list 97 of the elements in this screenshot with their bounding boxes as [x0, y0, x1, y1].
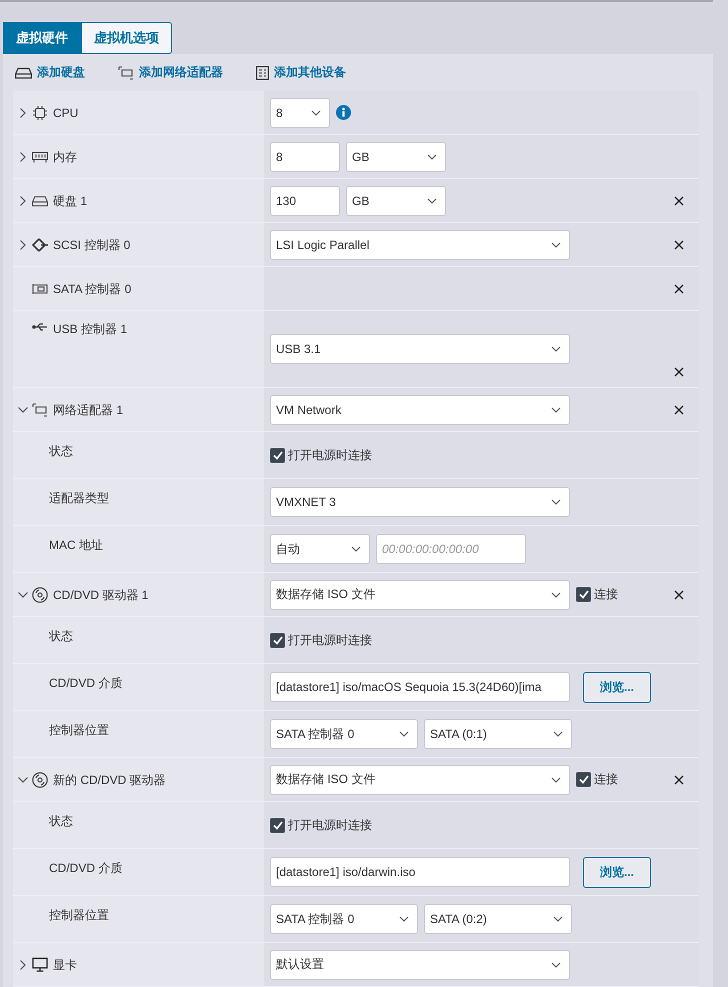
caret-icon — [311, 110, 321, 116]
device-label: USB 控制器 1 — [53, 321, 128, 337]
dropdown[interactable]: GB — [346, 142, 446, 172]
checkbox-label: 打开电源时连接 — [288, 816, 372, 834]
sata-port-icon — [32, 282, 48, 294]
dropdown[interactable]: SATA (0:2) — [424, 904, 572, 934]
device-icon — [256, 66, 269, 80]
dropdown[interactable]: 默认设置 — [270, 950, 570, 980]
chevron-icon[interactable] — [17, 406, 29, 414]
close-icon[interactable] — [674, 284, 684, 294]
chevron-icon[interactable] — [19, 238, 27, 250]
close-icon[interactable] — [674, 590, 684, 600]
caret-icon — [399, 731, 409, 737]
checkbox-label: 打开电源时连接 — [288, 446, 372, 464]
property-label: 适配器类型 — [49, 490, 109, 506]
dropdown[interactable]: GB — [346, 186, 446, 216]
chevron-icon[interactable] — [19, 150, 27, 162]
dropdown[interactable]: SATA 控制器 0 — [270, 904, 418, 934]
disc-icon — [32, 772, 48, 788]
close-icon[interactable] — [674, 774, 684, 784]
dropdown[interactable]: 数据存储 ISO 文件 — [270, 580, 570, 610]
dropdown[interactable]: LSI Logic Parallel — [270, 230, 570, 260]
chevron-icon[interactable] — [17, 776, 29, 784]
caret-icon — [551, 592, 561, 598]
chevron-icon[interactable] — [19, 958, 27, 970]
device-label: 显卡 — [53, 956, 77, 972]
dropdown[interactable]: VMXNET 3 — [270, 487, 570, 517]
caret-icon — [427, 154, 437, 160]
close-icon[interactable] — [674, 240, 684, 250]
property-label: 控制器位置 — [49, 907, 109, 923]
toolbar-link[interactable]: 添加硬盘 — [37, 64, 85, 81]
property-label: MAC 地址 — [49, 537, 103, 553]
property-label: 状态 — [49, 628, 73, 644]
toolbar-link[interactable]: 添加其他设备 — [274, 64, 346, 81]
device-label: 内存 — [53, 148, 77, 164]
chevron-icon[interactable] — [19, 194, 27, 206]
chevron-icon[interactable] — [17, 590, 29, 598]
close-icon[interactable] — [674, 367, 684, 377]
dropdown[interactable]: SATA (0:1) — [424, 719, 572, 749]
caret-icon — [427, 198, 437, 204]
memory-icon — [32, 150, 48, 162]
caret-icon — [553, 916, 563, 922]
device-label: SATA 控制器 0 — [53, 280, 132, 296]
input-field[interactable]: 8 — [270, 142, 340, 172]
device-label: CD/DVD 驱动器 1 — [53, 586, 148, 602]
checkbox-label: 连接 — [594, 771, 618, 788]
caret-icon — [351, 546, 361, 552]
usb-icon — [32, 321, 48, 333]
disc-icon — [32, 586, 48, 602]
close-icon[interactable] — [674, 404, 684, 414]
dropdown[interactable]: 数据存储 ISO 文件 — [270, 764, 570, 794]
dropdown[interactable]: 8 — [270, 98, 330, 128]
close-icon[interactable] — [674, 196, 684, 206]
device-label: CPU — [53, 104, 78, 120]
checkbox-label: 连接 — [594, 586, 618, 603]
device-label: 网络适配器 1 — [53, 402, 124, 418]
caret-icon — [399, 916, 409, 922]
checkbox[interactable] — [270, 448, 285, 462]
network-adapter-icon — [32, 402, 48, 416]
network-adapter-icon — [118, 66, 134, 80]
input-field[interactable]: [datastore1] iso/darwin.iso — [270, 857, 570, 887]
dropdown[interactable]: 自动 — [270, 534, 370, 564]
browse-button[interactable]: 浏览... — [583, 672, 651, 702]
dropdown[interactable]: SATA 控制器 0 — [270, 719, 418, 749]
toolbar-link[interactable]: 添加网络适配器 — [139, 64, 223, 81]
checkbox[interactable] — [270, 632, 285, 648]
caret-icon — [551, 776, 561, 782]
monitor-icon — [32, 956, 48, 972]
property-label: CD/DVD 介质 — [49, 860, 122, 876]
caret-icon — [551, 962, 561, 968]
device-label: SCSI 控制器 0 — [53, 236, 130, 252]
device-label: 新的 CD/DVD 驱动器 — [53, 772, 166, 788]
controller-icon — [32, 238, 48, 252]
dropdown[interactable]: VM Network — [270, 394, 570, 424]
caret-icon — [551, 346, 561, 352]
property-label: 控制器位置 — [49, 722, 109, 738]
caret-icon — [551, 499, 561, 505]
checkbox[interactable] — [576, 772, 591, 787]
checkbox[interactable] — [576, 587, 591, 602]
property-label: 状态 — [49, 443, 73, 459]
info-icon[interactable] — [336, 105, 351, 120]
caret-icon — [551, 242, 561, 248]
input-field[interactable]: [datastore1] iso/macOS Sequoia 15.3(24D60)[ima — [270, 672, 570, 702]
chevron-icon[interactable] — [19, 106, 27, 118]
chip-icon — [33, 106, 47, 120]
dropdown[interactable]: USB 3.1 — [270, 334, 570, 364]
browse-button[interactable]: 浏览... — [583, 856, 651, 888]
checkbox-label: 打开电源时连接 — [288, 632, 372, 648]
device-label: 硬盘 1 — [53, 192, 88, 208]
caret-icon — [551, 406, 561, 412]
caret-icon — [553, 731, 563, 737]
tab[interactable]: 虚拟机选项 — [81, 22, 172, 54]
tab[interactable]: 虚拟硬件 — [3, 22, 81, 54]
checkbox[interactable] — [270, 818, 285, 832]
property-label: 状态 — [49, 813, 73, 829]
input-field[interactable]: 130 — [270, 186, 340, 216]
property-label: CD/DVD 介质 — [49, 675, 122, 691]
